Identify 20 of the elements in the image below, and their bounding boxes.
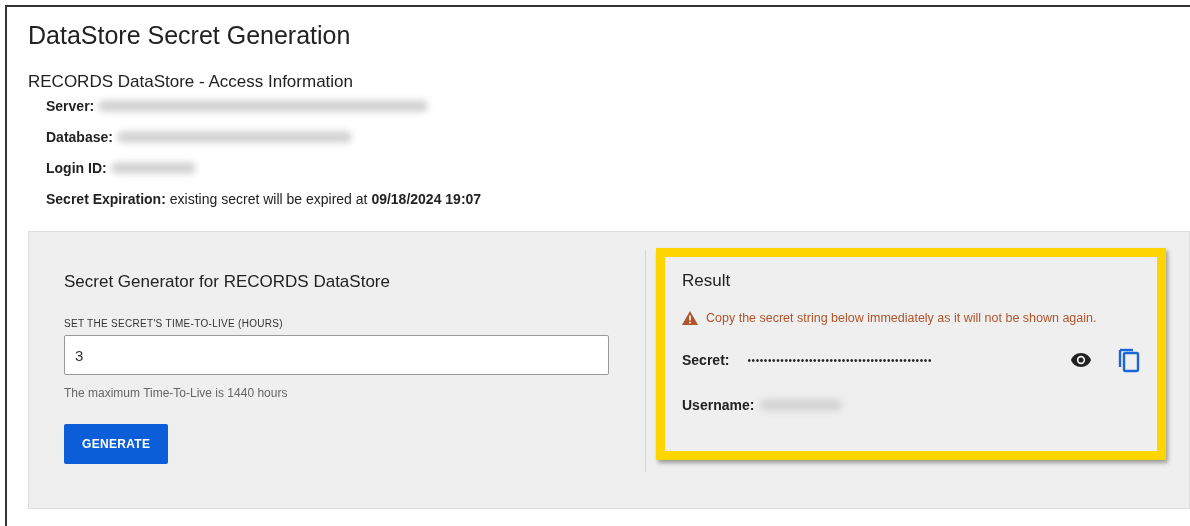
field-label: Database:: [46, 128, 113, 145]
warning-icon: [682, 311, 698, 325]
input-field[interactable]: 3: [64, 335, 609, 375]
card-title: Result: [682, 271, 732, 291]
field-value: existing secret will be expired at 09/18/2024 19:07: [169, 190, 482, 207]
masked-secret: •••••••••••••••••••••••••••••••••••••••••••••: [747, 354, 933, 366]
warning-text: Copy the secret string below immediately as it will not be shown again.: [706, 311, 1097, 325]
field-label: Server:: [46, 97, 95, 114]
field-label: Secret Expiration:: [46, 190, 166, 207]
card-title: Secret Generator for RECORDS DataStore: [64, 272, 391, 292]
field-label: Secret:: [682, 352, 730, 368]
field-label: Login ID:: [46, 159, 107, 176]
copy-icon[interactable]: [1118, 347, 1140, 373]
eye-icon[interactable]: [1070, 352, 1092, 368]
generate-button[interactable]: GENERATE: [64, 424, 169, 464]
section-title: RECORDS DataStore - Access Information: [28, 72, 354, 92]
hint-text: The maximum Time-To-Live is 1440 hours: [64, 386, 289, 400]
field-label: Username:: [682, 397, 755, 413]
field-label: SET THE SECRET'S TIME-TO-LIVE (HOURS): [64, 318, 284, 329]
page-title: DataStore Secret Generation: [28, 21, 352, 50]
